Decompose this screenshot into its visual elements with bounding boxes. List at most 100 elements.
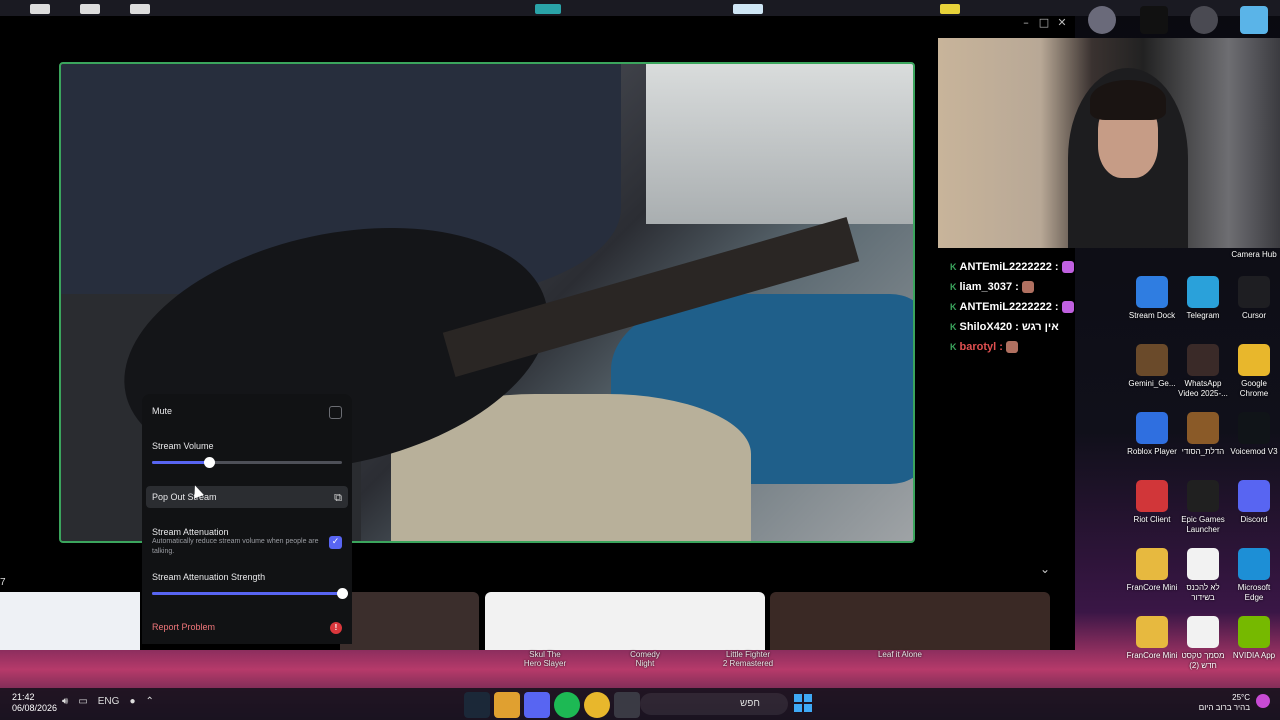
chat-username: ANTEmiL2222222 : <box>959 261 1059 273</box>
report-problem-label: Report Problem <box>152 622 216 632</box>
desktop-icon[interactable]: FranCore Mini <box>1126 548 1178 593</box>
minimize-button[interactable]: – <box>1017 16 1035 30</box>
desktop-icon[interactable]: Discord <box>1228 480 1280 525</box>
obs-icon[interactable] <box>1190 6 1218 34</box>
stream-context-menu: Mute Stream Volume Pop Out Stream ⧉ Stre… <box>142 394 352 644</box>
chat-badge-icon: K <box>950 282 957 292</box>
attenuation-row[interactable]: Stream Attenuation Automatically reduce … <box>152 527 342 557</box>
recycle-bin-icon[interactable] <box>1240 6 1268 34</box>
search-box[interactable]: חפש <box>640 693 788 715</box>
microphone-icon[interactable]: ● <box>129 696 135 707</box>
strength-slider-handle[interactable] <box>337 588 348 599</box>
chat-message: K ShiloX420 : אין רגש <box>950 317 1130 337</box>
desktop-icon-label: Stream Dock <box>1128 311 1176 320</box>
app-icon <box>1238 616 1270 648</box>
desktop-icon[interactable]: מסמך טקסט חדש (2) <box>1177 616 1229 671</box>
chat-message: K ANTEmiL2222222 : <box>950 257 1130 277</box>
volume-slider-handle[interactable] <box>204 457 215 468</box>
webcam-hair <box>1090 80 1166 120</box>
file-icon[interactable] <box>30 4 50 14</box>
thumbnail[interactable] <box>340 592 479 650</box>
weather-temp: 25°C <box>1232 693 1250 702</box>
display-icon[interactable]: ▭ <box>78 696 87 707</box>
desktop-icon[interactable]: Microsoft Edge <box>1228 548 1280 603</box>
window-controls: – □ ✕ <box>1017 16 1071 30</box>
desktop-icon-label: Telegram <box>1186 311 1220 320</box>
app-icon[interactable] <box>940 4 960 14</box>
app-icon[interactable] <box>733 4 763 14</box>
thumbnail[interactable] <box>0 592 140 650</box>
app-icon <box>1187 276 1219 308</box>
app-icon <box>1136 548 1168 580</box>
desktop-icon-label: Cursor <box>1241 311 1266 320</box>
app-icon[interactable] <box>494 692 520 718</box>
app-icon <box>1238 480 1270 512</box>
chevron-down-icon[interactable]: ⌄ <box>1040 562 1050 576</box>
chat-message: Kbarotyl : <box>950 337 1130 357</box>
close-button[interactable]: ✕ <box>1053 16 1071 30</box>
desktop-icon[interactable]: Stream Dock <box>1126 276 1178 321</box>
desktop-icon[interactable]: לא להכנס בשידור <box>1177 548 1229 603</box>
chat-username: ANTEmiL2222222 : <box>959 301 1059 313</box>
weather-widget[interactable]: 25°C בהיר ברוב היום <box>1199 693 1250 713</box>
strength-slider-row <box>152 588 348 599</box>
strength-label-row: Stream Attenuation Strength <box>152 572 342 582</box>
desktop-icon[interactable]: FranCore Mini <box>1126 616 1178 661</box>
clock-time: 21:42 <box>12 692 35 702</box>
notification-icon[interactable] <box>1256 694 1270 708</box>
app-icon[interactable] <box>1088 6 1116 34</box>
chat-emote-icon <box>1021 281 1034 293</box>
steam-icon[interactable] <box>464 692 490 718</box>
clock[interactable]: 21:42 06/08/2026 <box>12 692 57 714</box>
desktop-icon-label: Riot Client <box>1133 515 1171 524</box>
clock-date: 06/08/2026 <box>12 703 58 713</box>
desktop-icon[interactable]: WhatsApp Video 2025-... <box>1177 344 1229 399</box>
roblox-icon[interactable] <box>1140 6 1168 34</box>
chat-message: Kliam_3037 : <box>950 277 1130 297</box>
thumbnail[interactable] <box>485 592 765 650</box>
file-icon[interactable] <box>130 4 150 14</box>
chat-message: K ANTEmiL2222222 : <box>950 297 1130 317</box>
attenuation-strength-slider[interactable] <box>152 588 348 599</box>
popout-row[interactable]: Pop Out Stream ⧉ <box>152 491 342 504</box>
desktop-icon[interactable]: Voicemod V3 <box>1228 412 1280 457</box>
thumbnail[interactable] <box>770 592 1050 650</box>
app-icon <box>1238 548 1270 580</box>
maximize-button[interactable]: □ <box>1035 16 1053 30</box>
app-icon <box>1136 480 1168 512</box>
report-row[interactable]: Report Problem ! <box>152 622 342 634</box>
chat-username: barotyl : <box>959 341 1003 353</box>
volume-icon[interactable]: 🔊︎ <box>62 696 68 707</box>
chat-badge-icon: K <box>950 302 957 312</box>
app-icon[interactable] <box>535 4 561 14</box>
desktop-icon[interactable]: Camera Hub <box>1228 250 1280 260</box>
file-explorer-icon[interactable] <box>614 692 640 718</box>
spotify-icon[interactable] <box>554 692 580 718</box>
desktop-icon-label: FranCore Mini <box>1126 651 1178 660</box>
desktop-icon[interactable]: Riot Client <box>1126 480 1178 525</box>
desktop-icon[interactable]: הדלת_הסודי <box>1177 412 1229 457</box>
start-button[interactable] <box>794 694 812 712</box>
chevron-up-icon[interactable]: ⌃ <box>145 696 153 707</box>
discord-icon[interactable] <box>524 692 550 718</box>
left-marker: 7 <box>0 577 6 588</box>
taskbar-apps <box>464 692 640 718</box>
desktop-icon[interactable]: NVIDIA App <box>1228 616 1280 661</box>
external-link-icon: ⧉ <box>334 491 342 504</box>
desktop-label: Little Fighter 2 Remastered <box>722 650 774 668</box>
desktop-icon[interactable]: Epic Games Launcher <box>1177 480 1229 535</box>
desktop-icon[interactable]: Google Chrome <box>1228 344 1280 399</box>
desktop-icon-label: Microsoft Edge <box>1237 583 1271 602</box>
file-icon[interactable] <box>80 4 100 14</box>
desktop-icon[interactable]: Cursor <box>1228 276 1280 321</box>
mute-checkbox[interactable] <box>329 406 342 419</box>
desktop-icon-label: Gemini_Ge... <box>1128 379 1176 388</box>
attenuation-checkbox[interactable]: ✓ <box>329 536 342 549</box>
desktop-icon[interactable]: Telegram <box>1177 276 1229 321</box>
desktop-icon[interactable]: Gemini_Ge... <box>1126 344 1178 389</box>
mute-row[interactable]: Mute <box>152 406 342 420</box>
desktop-icon[interactable]: Roblox Player <box>1126 412 1178 457</box>
volume-slider[interactable] <box>152 457 342 468</box>
chrome-icon[interactable] <box>584 692 610 718</box>
language-indicator[interactable]: ENG <box>98 696 120 707</box>
